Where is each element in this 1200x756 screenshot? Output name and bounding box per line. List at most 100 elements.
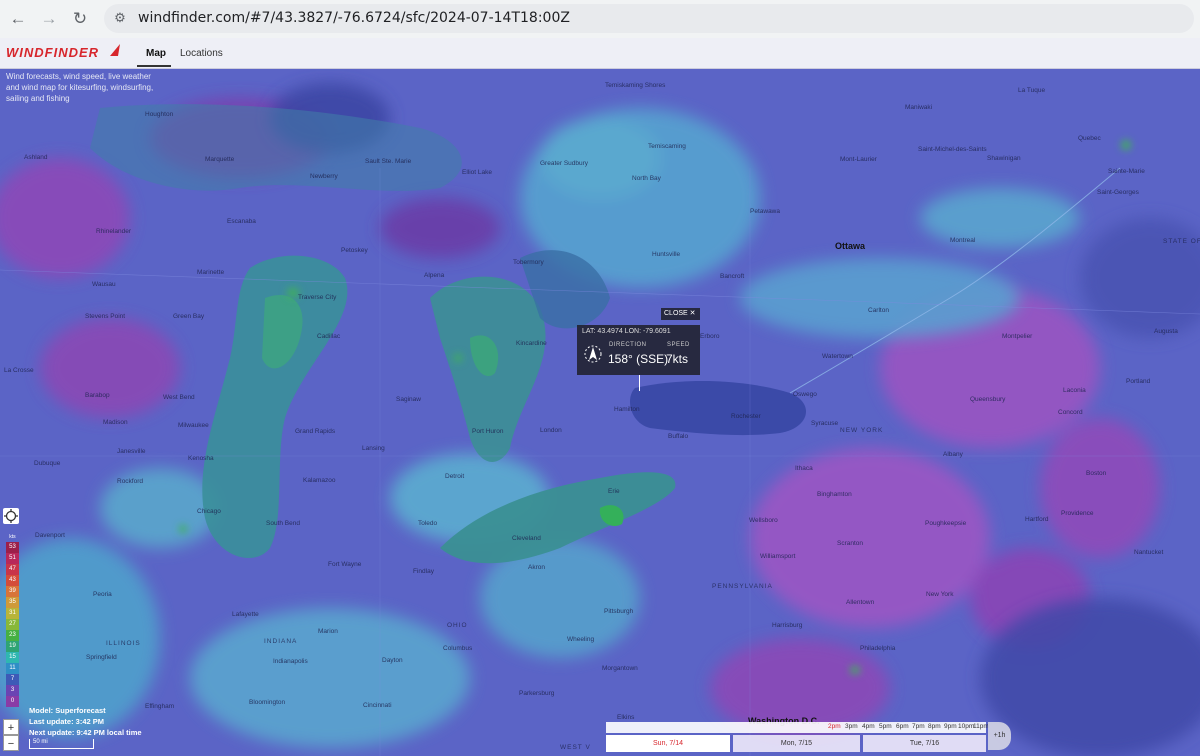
next-hour-button[interactable]: +1h [988, 722, 1011, 750]
hour-option[interactable]: 7pm [912, 723, 925, 730]
city-label: Poughkeepsie [925, 520, 967, 527]
legend-cell: 47 [6, 564, 19, 575]
city-label: Watertown [822, 353, 853, 360]
nav-map[interactable]: Map [146, 48, 166, 59]
zoom-out-button[interactable]: − [3, 735, 19, 751]
city-label: Elliot Lake [462, 169, 492, 176]
city-label: Saint-Michel-des-Saints [918, 146, 987, 153]
city-label: Temiskaming Shores [605, 82, 666, 89]
hour-option[interactable]: 4pm [862, 723, 875, 730]
wind-map[interactable]: Houghton Ashland Marquette Newberry Sault St… [0, 38, 1200, 756]
wind-direction-icon [584, 345, 602, 363]
city-label: Petawawa [750, 208, 780, 215]
city-label: Scranton [837, 540, 864, 547]
legend-cell: 35 [6, 597, 19, 608]
city-label: Kalamazoo [303, 477, 336, 484]
city-label: Dubuque [34, 460, 61, 467]
legend-cell: 3 [6, 685, 19, 696]
reload-button[interactable]: ↻ [70, 9, 90, 29]
city-label: Toledo [418, 520, 438, 527]
hour-option[interactable]: 11pm [973, 723, 989, 730]
locate-button[interactable] [3, 508, 19, 524]
city-label: Dayton [382, 657, 403, 664]
hour-option[interactable]: 8pm [928, 723, 941, 730]
city-label: Concord [1058, 409, 1083, 416]
legend-cell: 11 [6, 663, 19, 674]
city-label: Nantucket [1134, 549, 1164, 556]
city-label: Janesville [117, 448, 146, 455]
legend-cell: 27 [6, 619, 19, 630]
city-label: Cincinnati [363, 702, 392, 709]
city-label: Kincardine [516, 340, 547, 347]
state-label: NEW YORK [840, 427, 884, 434]
legend-cell: 7 [6, 674, 19, 685]
nav-active-indicator [137, 65, 171, 67]
city-label: Peoria [93, 591, 112, 598]
day-selector: Sun, 7/14 Mon, 7/15 Tue, 7/16 [606, 735, 986, 752]
popup-coordinates: LAT: 43.4974 LON: -79.6091 [582, 328, 671, 335]
city-label: Marion [318, 628, 338, 635]
city-label: Queensbury [970, 396, 1006, 403]
city-label: Indianapolis [273, 658, 308, 665]
city-label: Maniwaki [905, 104, 933, 111]
city-label: South Bend [266, 520, 300, 527]
nav-locations[interactable]: Locations [180, 48, 223, 59]
legend-cell: 51 [6, 553, 19, 564]
city-label: Quebec [1078, 135, 1101, 142]
city-label: Chicago [197, 508, 221, 515]
city-label: Montpelier [1002, 333, 1033, 340]
hour-option[interactable]: 2pm [828, 723, 841, 730]
back-button[interactable]: ← [8, 9, 28, 29]
city-label: Mont-Laurier [840, 156, 877, 163]
day-tab[interactable]: Mon, 7/15 [733, 735, 860, 752]
hour-option[interactable]: 10pm [958, 723, 974, 730]
legend-cell: 39 [6, 586, 19, 597]
city-label: Grand Rapids [295, 428, 336, 435]
legend-cell: 15 [6, 652, 19, 663]
city-label: Syracuse [811, 420, 839, 427]
city-label: Effingham [145, 703, 175, 710]
city-label: Lansing [362, 445, 385, 452]
hour-option[interactable]: 3pm [845, 723, 858, 730]
city-label: La Crosse [4, 367, 34, 374]
city-label: Augusta [1154, 328, 1178, 335]
state-label: WEST V [560, 744, 591, 751]
city-label: Akron [528, 564, 545, 571]
hour-option[interactable]: 5pm [879, 723, 892, 730]
city-label: Davenport [35, 532, 65, 539]
major-city-label: Ottawa [835, 241, 866, 251]
site-settings-icon[interactable]: ⚙ [112, 10, 128, 26]
city-label: Marquette [205, 156, 235, 163]
legend-cell: 43 [6, 575, 19, 586]
speed-label: SPEED [667, 342, 690, 348]
city-label: Detroit [445, 473, 465, 480]
city-label: Cleveland [512, 535, 541, 542]
hour-option[interactable]: 6pm [896, 723, 909, 730]
zoom-in-button[interactable]: + [3, 719, 19, 735]
day-tab[interactable]: Sun, 7/14 [606, 735, 730, 752]
hour-option[interactable]: 9pm [944, 723, 957, 730]
address-bar[interactable]: ⚙ windfinder.com/#7/43.3827/-76.6724/sfc… [104, 4, 1194, 33]
city-label: Wellsboro [749, 517, 778, 524]
city-label: Providence [1061, 510, 1094, 517]
city-label: Port Huron [472, 428, 504, 435]
city-label: Springfield [86, 654, 117, 661]
city-label: Saint-Georges [1097, 189, 1139, 196]
windfinder-logo[interactable]: WINDFINDER [6, 45, 99, 60]
city-label: Parkersburg [519, 690, 555, 697]
city-label: Findlay [413, 568, 434, 575]
city-label: Albany [943, 451, 963, 458]
url-text[interactable]: windfinder.com/#7/43.3827/-76.6724/sfc/2… [138, 10, 570, 26]
wind-speed-legend: kts 53 51 47 43 39 35 31 27 23 19 15 11 7 3 0 [6, 534, 19, 707]
city-label: Wheeling [567, 636, 595, 643]
forward-button[interactable]: → [39, 9, 59, 29]
popup-close-button[interactable]: CLOSE ✕ [661, 308, 700, 320]
location-pin [639, 375, 640, 391]
city-label: Ashland [24, 154, 48, 161]
day-tab[interactable]: Tue, 7/16 [863, 735, 986, 752]
city-label: North Bay [632, 175, 661, 182]
city-label: Green Bay [173, 313, 205, 320]
browser-toolbar: ← → ↻ ⚙ windfinder.com/#7/43.3827/-76.67… [0, 0, 1200, 39]
legend-cell: 19 [6, 641, 19, 652]
hour-selector: 2pm 3pm 4pm 5pm 6pm 7pm 8pm 9pm 10pm 11pm [606, 722, 989, 733]
